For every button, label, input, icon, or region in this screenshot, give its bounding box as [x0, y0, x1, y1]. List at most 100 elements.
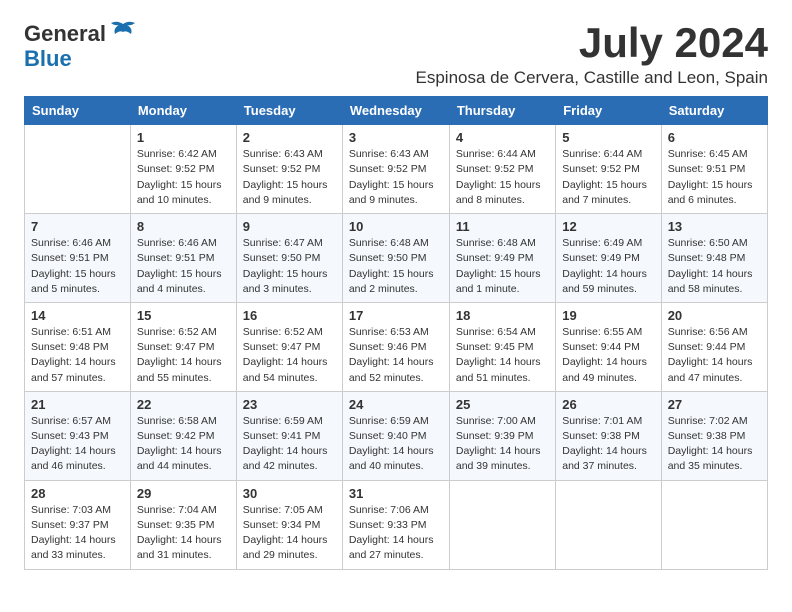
day-info: Sunrise: 6:48 AMSunset: 9:49 PMDaylight:…: [456, 236, 549, 297]
calendar-cell: 14Sunrise: 6:51 AMSunset: 9:48 PMDayligh…: [25, 302, 131, 391]
day-number: 29: [137, 486, 230, 501]
calendar-cell: 16 Sunrise: 6:52 AMSunset: 9:47 PMDayligh…: [236, 302, 342, 391]
day-info: Sunrise: 6:57 AMSunset: 9:43 PMDaylight:…: [31, 414, 124, 475]
day-number: 9: [243, 219, 336, 234]
location-title: Espinosa de Cervera, Castille and Leon, …: [416, 68, 769, 88]
day-number: 20: [668, 308, 761, 323]
day-info: Sunrise: 6:43 AMSunset: 9:52 PMDaylight:…: [349, 147, 443, 208]
day-info: Sunrise: 6:46 AMSunset: 9:51 PMDaylight:…: [137, 236, 230, 297]
calendar-week-3: 14Sunrise: 6:51 AMSunset: 9:48 PMDayligh…: [25, 302, 768, 391]
day-number: 23: [243, 397, 336, 412]
day-number: 13: [668, 219, 761, 234]
calendar-cell: 18 Sunrise: 6:54 AMSunset: 9:45 PMDayligh…: [449, 302, 555, 391]
calendar-cell: 29 Sunrise: 7:04 AMSunset: 9:35 PMDayligh…: [130, 480, 236, 569]
day-number: 21: [31, 397, 124, 412]
day-info: Sunrise: 6:44 AMSunset: 9:52 PMDaylight:…: [562, 147, 654, 208]
calendar-cell: 28 Sunrise: 7:03 AMSunset: 9:37 PMDayligh…: [25, 480, 131, 569]
day-number: 7: [31, 219, 124, 234]
calendar-cell: 22Sunrise: 6:58 AMSunset: 9:42 PMDayligh…: [130, 391, 236, 480]
day-info: Sunrise: 6:55 AMSunset: 9:44 PMDaylight:…: [562, 325, 654, 386]
calendar-cell: [556, 480, 661, 569]
day-info: Sunrise: 7:05 AMSunset: 9:34 PMDaylight:…: [243, 503, 336, 564]
calendar-cell: 13 Sunrise: 6:50 AMSunset: 9:48 PMDayligh…: [661, 214, 767, 303]
day-info: Sunrise: 6:43 AMSunset: 9:52 PMDaylight:…: [243, 147, 336, 208]
logo-blue-text: Blue: [24, 48, 72, 70]
day-number: 11: [456, 219, 549, 234]
day-info: Sunrise: 7:02 AMSunset: 9:38 PMDaylight:…: [668, 414, 761, 475]
calendar-cell: 23 Sunrise: 6:59 AMSunset: 9:41 PMDayligh…: [236, 391, 342, 480]
calendar-cell: 30 Sunrise: 7:05 AMSunset: 9:34 PMDayligh…: [236, 480, 342, 569]
calendar-cell: 17Sunrise: 6:53 AMSunset: 9:46 PMDayligh…: [342, 302, 449, 391]
calendar-cell: 1Sunrise: 6:42 AMSunset: 9:52 PMDaylight…: [130, 125, 236, 214]
day-number: 24: [349, 397, 443, 412]
calendar-week-5: 28 Sunrise: 7:03 AMSunset: 9:37 PMDayligh…: [25, 480, 768, 569]
day-info: Sunrise: 6:44 AMSunset: 9:52 PMDaylight:…: [456, 147, 549, 208]
calendar-week-2: 7 Sunrise: 6:46 AMSunset: 9:51 PMDaylight…: [25, 214, 768, 303]
day-number: 19: [562, 308, 654, 323]
day-number: 12: [562, 219, 654, 234]
day-number: 4: [456, 130, 549, 145]
calendar-cell: 6Sunrise: 6:45 AMSunset: 9:51 PMDaylight…: [661, 125, 767, 214]
day-info: Sunrise: 6:58 AMSunset: 9:42 PMDaylight:…: [137, 414, 230, 475]
day-info: Sunrise: 7:06 AMSunset: 9:33 PMDaylight:…: [349, 503, 443, 564]
calendar-cell: 3 Sunrise: 6:43 AMSunset: 9:52 PMDaylight…: [342, 125, 449, 214]
day-number: 15: [137, 308, 230, 323]
day-info: Sunrise: 6:54 AMSunset: 9:45 PMDaylight:…: [456, 325, 549, 386]
day-info: Sunrise: 7:04 AMSunset: 9:35 PMDaylight:…: [137, 503, 230, 564]
calendar-cell: 27 Sunrise: 7:02 AMSunset: 9:38 PMDayligh…: [661, 391, 767, 480]
day-number: 14: [31, 308, 124, 323]
calendar-week-1: 1Sunrise: 6:42 AMSunset: 9:52 PMDaylight…: [25, 125, 768, 214]
day-info: Sunrise: 6:48 AMSunset: 9:50 PMDaylight:…: [349, 236, 443, 297]
day-info: Sunrise: 6:59 AMSunset: 9:41 PMDaylight:…: [243, 414, 336, 475]
day-number: 5: [562, 130, 654, 145]
calendar-cell: [25, 125, 131, 214]
weekday-header-friday: Friday: [556, 97, 661, 125]
calendar-cell: 5 Sunrise: 6:44 AMSunset: 9:52 PMDaylight…: [556, 125, 661, 214]
day-info: Sunrise: 7:03 AMSunset: 9:37 PMDaylight:…: [31, 503, 124, 564]
day-number: 18: [456, 308, 549, 323]
calendar-cell: 21 Sunrise: 6:57 AMSunset: 9:43 PMDayligh…: [25, 391, 131, 480]
calendar-cell: 20Sunrise: 6:56 AMSunset: 9:44 PMDayligh…: [661, 302, 767, 391]
weekday-header-row: SundayMondayTuesdayWednesdayThursdayFrid…: [25, 97, 768, 125]
logo: General Blue: [24, 20, 137, 70]
calendar-cell: 12 Sunrise: 6:49 AMSunset: 9:49 PMDayligh…: [556, 214, 661, 303]
calendar-cell: 7Sunrise: 6:46 AMSunset: 9:51 PMDaylight…: [25, 214, 131, 303]
calendar-cell: 19 Sunrise: 6:55 AMSunset: 9:44 PMDayligh…: [556, 302, 661, 391]
weekday-header-monday: Monday: [130, 97, 236, 125]
day-info: Sunrise: 7:01 AMSunset: 9:38 PMDaylight:…: [562, 414, 654, 475]
calendar-cell: 25 Sunrise: 7:00 AMSunset: 9:39 PMDayligh…: [449, 391, 555, 480]
weekday-header-wednesday: Wednesday: [342, 97, 449, 125]
day-info: Sunrise: 6:47 AMSunset: 9:50 PMDaylight:…: [243, 236, 336, 297]
weekday-header-sunday: Sunday: [25, 97, 131, 125]
day-number: 16: [243, 308, 336, 323]
day-number: 25: [456, 397, 549, 412]
logo-bird-icon: [109, 20, 137, 48]
title-area: July 2024 Espinosa de Cervera, Castille …: [416, 20, 769, 88]
calendar-cell: 8 Sunrise: 6:46 AMSunset: 9:51 PMDaylight…: [130, 214, 236, 303]
day-number: 2: [243, 130, 336, 145]
weekday-header-thursday: Thursday: [449, 97, 555, 125]
day-number: 27: [668, 397, 761, 412]
day-number: 6: [668, 130, 761, 145]
day-number: 8: [137, 219, 230, 234]
calendar-cell: 15 Sunrise: 6:52 AMSunset: 9:47 PMDayligh…: [130, 302, 236, 391]
day-info: Sunrise: 6:59 AMSunset: 9:40 PMDaylight:…: [349, 414, 443, 475]
day-info: Sunrise: 6:50 AMSunset: 9:48 PMDaylight:…: [668, 236, 761, 297]
calendar-cell: 10 Sunrise: 6:48 AMSunset: 9:50 PMDayligh…: [342, 214, 449, 303]
calendar-week-4: 21 Sunrise: 6:57 AMSunset: 9:43 PMDayligh…: [25, 391, 768, 480]
day-number: 30: [243, 486, 336, 501]
day-info: Sunrise: 7:00 AMSunset: 9:39 PMDaylight:…: [456, 414, 549, 475]
day-number: 3: [349, 130, 443, 145]
day-number: 31: [349, 486, 443, 501]
day-number: 10: [349, 219, 443, 234]
calendar-cell: 24 Sunrise: 6:59 AMSunset: 9:40 PMDayligh…: [342, 391, 449, 480]
day-info: Sunrise: 6:53 AMSunset: 9:46 PMDaylight:…: [349, 325, 443, 386]
calendar-cell: 11 Sunrise: 6:48 AMSunset: 9:49 PMDayligh…: [449, 214, 555, 303]
day-info: Sunrise: 6:52 AMSunset: 9:47 PMDaylight:…: [243, 325, 336, 386]
month-title: July 2024: [416, 20, 769, 66]
day-info: Sunrise: 6:52 AMSunset: 9:47 PMDaylight:…: [137, 325, 230, 386]
day-number: 28: [31, 486, 124, 501]
day-info: Sunrise: 6:49 AMSunset: 9:49 PMDaylight:…: [562, 236, 654, 297]
day-number: 1: [137, 130, 230, 145]
calendar-cell: [449, 480, 555, 569]
